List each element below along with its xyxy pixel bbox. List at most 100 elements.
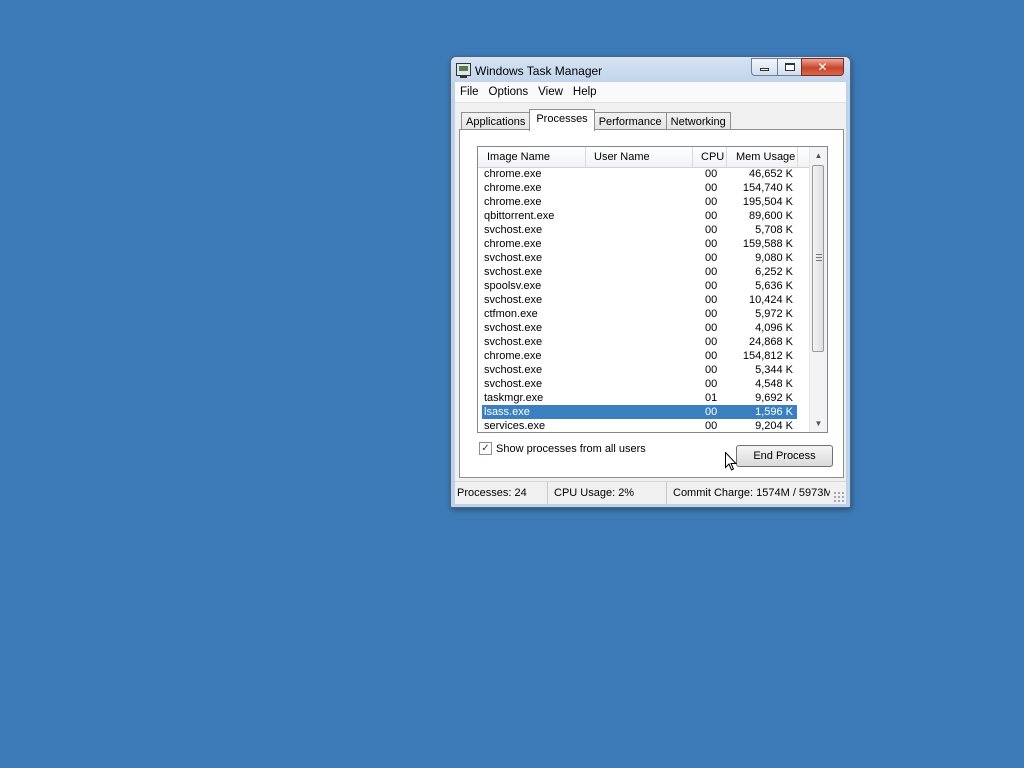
process-row[interactable]: chrome.exe 00 46,652 K [478, 167, 811, 181]
process-row[interactable]: svchost.exe 00 6,252 K [478, 265, 811, 279]
process-mem: 1,596 K [755, 406, 793, 418]
process-row[interactable]: svchost.exe 00 9,080 K [478, 251, 811, 265]
process-row[interactable]: svchost.exe 00 4,096 K [478, 321, 811, 335]
process-cpu: 00 [705, 308, 718, 320]
process-cpu: 00 [705, 210, 718, 222]
process-name: services.exe [484, 420, 546, 432]
process-row[interactable]: svchost.exe 00 4,548 K [478, 377, 811, 391]
process-name: qbittorrent.exe [484, 210, 555, 222]
process-mem: 4,096 K [755, 322, 793, 334]
vertical-scrollbar[interactable]: ▲ ▼ [809, 147, 827, 432]
process-mem: 4,548 K [755, 378, 793, 390]
menu-options[interactable]: Options [484, 82, 534, 102]
menu-help[interactable]: Help [568, 82, 602, 102]
maximize-icon [784, 63, 795, 71]
process-mem: 9,692 K [755, 392, 793, 404]
process-mem: 5,972 K [755, 308, 793, 320]
tab-networking[interactable]: Networking [665, 112, 731, 130]
process-row[interactable]: chrome.exe 00 154,740 K [478, 181, 811, 195]
window-client: File Options View Help Applications Proc… [455, 82, 846, 504]
process-name: svchost.exe [484, 294, 543, 306]
process-name: lsass.exe [484, 406, 530, 418]
minimize-button[interactable] [751, 58, 777, 76]
tab-strip: Applications Processes Performance Netwo… [461, 109, 731, 131]
process-cpu: 00 [705, 252, 718, 264]
task-manager-icon [456, 63, 471, 78]
process-row[interactable]: lsass.exe 00 1,596 K [478, 405, 811, 419]
process-cpu: 00 [705, 350, 718, 362]
process-name: chrome.exe [484, 182, 542, 194]
process-mem: 5,636 K [755, 280, 793, 292]
minimize-icon [760, 67, 769, 71]
process-cpu: 01 [705, 392, 718, 404]
process-mem: 6,252 K [755, 266, 793, 278]
process-name: svchost.exe [484, 252, 543, 264]
process-row[interactable]: svchost.exe 00 24,868 K [478, 335, 811, 349]
process-list[interactable]: Image Name User Name CPU Mem Usage chrom… [477, 146, 828, 433]
resize-grip-icon[interactable] [833, 491, 845, 503]
maximize-button[interactable] [777, 58, 801, 76]
process-cpu: 00 [705, 378, 718, 390]
process-row[interactable]: svchost.exe 00 5,708 K [478, 223, 811, 237]
close-icon: ✕ [817, 60, 828, 74]
tab-processes[interactable]: Processes [529, 109, 595, 131]
tab-applications[interactable]: Applications [461, 112, 531, 130]
column-image-name[interactable]: Image Name [478, 147, 586, 167]
menu-view[interactable]: View [533, 82, 568, 102]
process-row[interactable]: svchost.exe 00 10,424 K [478, 293, 811, 307]
process-mem: 154,812 K [742, 350, 793, 362]
process-name: svchost.exe [484, 336, 543, 348]
process-mem: 89,600 K [748, 210, 793, 222]
process-row[interactable]: qbittorrent.exe 00 89,600 K [478, 209, 811, 223]
task-manager-window: Windows Task Manager ✕ File Options View… [450, 56, 851, 508]
scroll-up-icon[interactable]: ▲ [810, 147, 827, 164]
process-cpu: 00 [705, 420, 718, 432]
process-row[interactable]: chrome.exe 00 159,588 K [478, 237, 811, 251]
list-rows: chrome.exe 00 46,652 K chrome.exe 00 154,740 … [478, 167, 811, 432]
process-row[interactable]: chrome.exe 00 154,812 K [478, 349, 811, 363]
process-mem: 10,424 K [748, 294, 793, 306]
process-name: svchost.exe [484, 224, 543, 236]
process-mem: 5,708 K [755, 224, 793, 236]
process-name: svchost.exe [484, 266, 543, 278]
process-row[interactable]: taskmgr.exe 01 9,692 K [478, 391, 811, 405]
process-name: chrome.exe [484, 196, 542, 208]
title-bar[interactable]: Windows Task Manager ✕ [451, 57, 850, 83]
process-mem: 24,868 K [748, 336, 793, 348]
menu-file[interactable]: File [455, 82, 484, 102]
show-all-users-checkbox[interactable]: ✓ [479, 442, 492, 455]
process-name: chrome.exe [484, 238, 542, 250]
column-mem-usage[interactable]: Mem Usage [727, 147, 798, 167]
process-row[interactable]: svchost.exe 00 5,344 K [478, 363, 811, 377]
process-row[interactable]: ctfmon.exe 00 5,972 K [478, 307, 811, 321]
status-commit-charge: Commit Charge: 1574M / 5973M [673, 487, 830, 499]
process-cpu: 00 [705, 238, 718, 250]
thumb-grip-icon [816, 254, 822, 263]
process-cpu: 00 [705, 266, 718, 278]
end-process-button[interactable]: End Process [736, 445, 833, 467]
mouse-pointer-icon [725, 452, 737, 471]
process-mem: 195,504 K [742, 196, 793, 208]
process-name: svchost.exe [484, 378, 543, 390]
show-all-users-option[interactable]: ✓ Show processes from all users [479, 442, 646, 455]
close-button[interactable]: ✕ [801, 58, 844, 76]
process-cpu: 00 [705, 336, 718, 348]
window-title: Windows Task Manager [475, 64, 603, 78]
process-row[interactable]: services.exe 00 9,204 K [478, 419, 811, 432]
process-name: spoolsv.exe [484, 280, 542, 292]
process-cpu: 00 [705, 280, 718, 292]
process-name: chrome.exe [484, 350, 542, 362]
scroll-down-icon[interactable]: ▼ [810, 415, 827, 432]
checkmark-icon: ✓ [481, 443, 490, 454]
tab-performance[interactable]: Performance [593, 112, 667, 130]
process-cpu: 00 [705, 364, 718, 376]
process-row[interactable]: chrome.exe 00 195,504 K [478, 195, 811, 209]
process-mem: 9,080 K [755, 252, 793, 264]
process-mem: 159,588 K [742, 238, 793, 250]
column-cpu[interactable]: CPU [693, 147, 727, 167]
process-row[interactable]: spoolsv.exe 00 5,636 K [478, 279, 811, 293]
show-all-users-label: Show processes from all users [496, 442, 646, 455]
process-mem: 5,344 K [755, 364, 793, 376]
scroll-thumb[interactable] [812, 165, 824, 352]
column-user-name[interactable]: User Name [586, 147, 693, 167]
